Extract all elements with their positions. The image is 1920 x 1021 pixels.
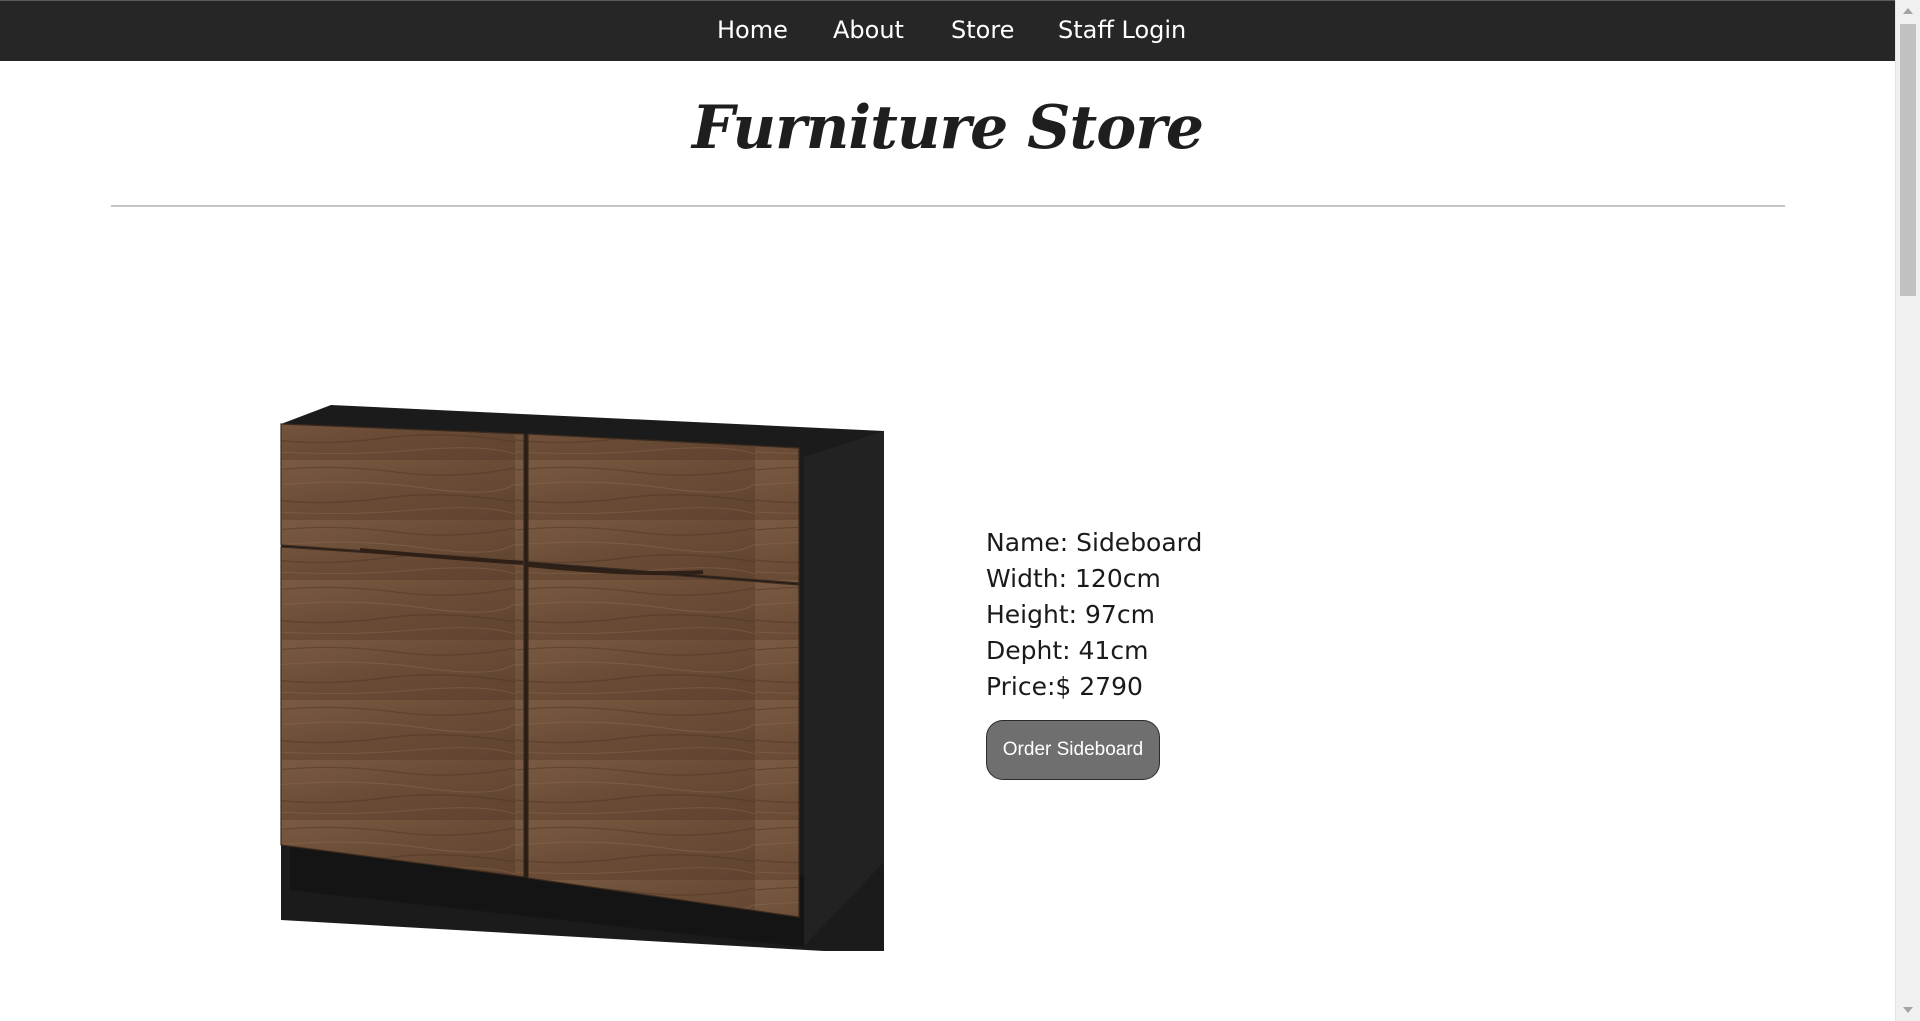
triangle-up-icon[interactable] (1896, 0, 1920, 22)
product-name: Name: Sideboard (986, 528, 1203, 557)
product-price: Price:$ 2790 (986, 672, 1143, 701)
header-divider (111, 205, 1785, 207)
product-depth: Depht: 41cm (986, 636, 1149, 665)
product-width: Width: 120cm (986, 564, 1161, 593)
site-title: Furniture Store (691, 93, 1204, 163)
triangle-down-icon[interactable] (1896, 999, 1920, 1021)
product-height: Height: 97cm (986, 600, 1155, 629)
nav-home-link[interactable]: Home (717, 15, 788, 45)
scrollbar-thumb[interactable] (1900, 24, 1916, 296)
order-sideboard-button[interactable]: Order Sideboard (986, 720, 1160, 780)
sideboard-image (280, 405, 884, 951)
page-scrollbar[interactable] (1895, 0, 1920, 1021)
product-details: Name: Sideboard Width: 120cm Height: 97c… (986, 525, 1202, 705)
top-navbar: Home About Store Staff Login (0, 0, 1895, 61)
nav-about-link[interactable]: About (833, 15, 904, 45)
page: Home About Store Staff Login Furniture S… (0, 0, 1920, 1021)
nav-store-link[interactable]: Store (951, 15, 1014, 45)
nav-staff-login-link[interactable]: Staff Login (1058, 15, 1186, 45)
